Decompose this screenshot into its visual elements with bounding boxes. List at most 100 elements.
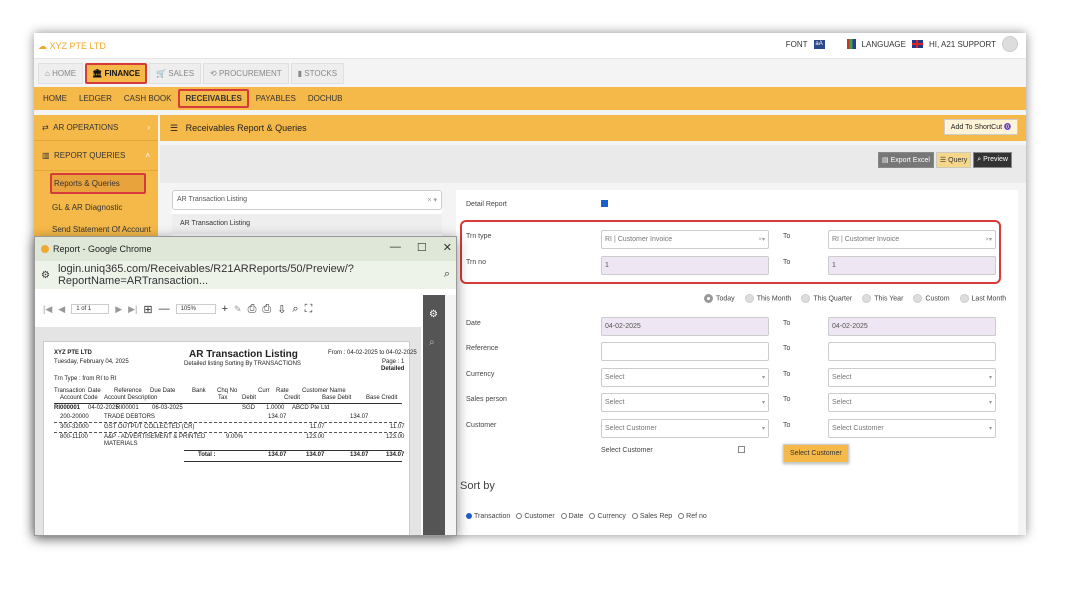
sidebar-item-gl-ar-diagnostic[interactable]: GL & AR Diagnostic [34,196,158,216]
zoom-icon[interactable]: ⌕ [444,268,450,281]
next-page-icon[interactable]: ▶ [115,304,122,315]
sidebar-item-ar-operations[interactable]: ⇄ AR OPERATIONS › [34,115,158,141]
sort-sales-rep[interactable]: Sales Rep [631,513,672,520]
uk-flag-icon[interactable] [912,40,923,48]
customer-to-select[interactable]: Select Customer ▾ [828,419,996,438]
sidebar-item-reports-queries[interactable]: Reports & Queries [50,173,146,194]
detail-report-checkbox[interactable] [601,200,608,207]
date-from-input[interactable]: 04-02-2025 [601,317,769,336]
user-greeting[interactable]: HI, A21 SUPPORT [929,40,996,49]
date-to-input[interactable]: 04-02-2025 [828,317,996,336]
currency-to-select[interactable]: Select ▾ [828,368,996,387]
site-settings-icon[interactable]: ⚙ [41,270,50,281]
first-page-icon[interactable]: |◀ [43,304,52,315]
trn-no-to-input[interactable]: 1 [828,256,996,275]
edit-icon[interactable]: ✎ [234,304,242,315]
sidebar-item-send-statement[interactable]: Send Statement Of Account [34,216,158,238]
find-icon[interactable]: ⌕ [292,303,298,316]
period-this-year[interactable]: This Year [862,294,903,303]
fullscreen-icon[interactable]: ⛶ [305,303,313,316]
company-logo[interactable]: ☁ XYZ PTE LTD [38,41,106,52]
minimize-icon[interactable]: — [390,241,401,254]
trn-type-from-select[interactable]: RI | Customer Invoice ×▾ [601,230,769,249]
multi-page-icon[interactable]: ⊞ [143,303,152,316]
row-due-date: 06-03-2025 [152,405,183,411]
col-date: Date [88,388,101,394]
hamburger-icon[interactable]: ☰ [170,123,186,134]
chevron-down-icon: ▾ [761,400,765,406]
subtab-dochub[interactable]: DOCHUB [303,91,348,106]
page-select[interactable]: 1 of 1 [71,304,110,314]
radio-icon [959,294,969,303]
period-last-month[interactable]: Last Month [959,294,1006,303]
trn-type-to-select[interactable]: RI | Customer Invoice ×▾ [828,230,996,249]
radio-icon [862,294,872,303]
chevron-down-icon: ▾ [988,400,992,406]
col-bank: Bank [192,388,206,394]
period-label: This Quarter [813,295,853,303]
avatar[interactable] [1002,36,1018,52]
clear-icon[interactable]: × ▾ [427,196,437,204]
report-select[interactable]: AR Transaction Listing × ▾ [172,190,442,210]
popup-title-bar[interactable]: Report - Google Chrome — ☐ ✕ [35,237,456,261]
module-tab-finance[interactable]: 🏛 FINANCE [85,63,148,84]
font-size-icon[interactable]: aA [813,39,825,49]
last-page-icon[interactable]: ▶| [128,304,137,315]
gear-icon[interactable]: ⚙ [429,309,438,320]
print-preview-icon[interactable]: ⎙ [262,303,271,316]
module-tab-stocks[interactable]: ▮ STOCKS [290,63,345,84]
close-icon[interactable]: ✕ [443,241,452,254]
export-excel-button[interactable]: ▤ Export Excel [878,152,934,168]
subtab-receivables[interactable]: RECEIVABLES [178,89,249,108]
module-tab-sales[interactable]: 🛒 SALES [149,63,202,84]
scrollbar[interactable] [445,295,456,535]
select-customer-checkbox[interactable] [738,446,745,453]
print-icon[interactable]: ⎙ [248,303,257,316]
search-icon[interactable]: ⌕ [429,337,435,348]
sort-date[interactable]: Date [560,513,583,520]
report-option[interactable]: AR Transaction Listing [172,214,442,234]
subtab-ledger[interactable]: LEDGER [74,91,117,106]
zoom-out-icon[interactable]: — [159,303,170,315]
customer-from-select[interactable]: Select Customer ▾ [601,419,769,438]
add-shortcut-button[interactable]: Add To ShortCut ⓿ [943,119,1018,135]
period-this-quarter[interactable]: This Quarter [801,294,852,303]
report-select-value: AR Transaction Listing [177,196,248,203]
subtab-payables[interactable]: PAYABLES [251,91,301,106]
url-bar[interactable]: ⚙ login.uniq365.com/Receivables/R21ARRep… [35,261,456,289]
period-today[interactable]: Today [704,294,735,303]
sales-person-to-select[interactable]: Select ▾ [828,393,996,412]
period-this-month[interactable]: This Month [744,294,791,303]
chevron-up-icon: ˄ [145,151,150,160]
book-icon[interactable] [846,39,856,49]
subtab-home[interactable]: HOME [38,91,72,106]
popup-title: Report - Google Chrome [53,244,152,254]
to-label: To [783,371,791,378]
sidebar-item-report-queries[interactable]: ▥ REPORT QUERIES ˄ [34,141,158,171]
module-tab-procurement[interactable]: ⟲ PROCUREMENT [203,63,289,84]
prev-page-icon[interactable]: ◀ [58,304,65,315]
sales-person-from-select[interactable]: Select ▾ [601,393,769,412]
period-custom[interactable]: Custom [913,294,950,303]
total-base-debit: 134.07 [350,452,369,458]
sort-currency[interactable]: Currency [589,513,626,520]
select-customer-button[interactable]: Select Customer [783,444,849,463]
trn-no-from-input[interactable]: 1 [601,256,769,275]
sort-transaction[interactable]: Transaction [466,513,510,520]
save-icon[interactable]: ⇩ [277,303,286,316]
subtab-cash-book[interactable]: CASH BOOK [119,91,177,106]
zoom-select[interactable]: 105% [175,304,216,314]
currency-from-select[interactable]: Select ▾ [601,368,769,387]
preview-button[interactable]: ⌕ Preview [973,152,1012,168]
sort-customer[interactable]: Customer [516,513,555,520]
zoom-in-icon[interactable]: + [222,303,228,315]
sort-by-heading: Sort by [460,480,495,492]
report-detailed: Detailed [381,366,405,372]
reference-to-input[interactable] [828,342,996,361]
query-button[interactable]: ☰ Query [935,152,972,168]
reference-from-input[interactable] [601,342,769,361]
sort-ref-no[interactable]: Ref no [678,513,707,520]
module-tab-home[interactable]: ⌂ HOME [38,63,84,84]
maximize-icon[interactable]: ☐ [417,241,427,254]
total-bottom-rule [184,461,402,462]
